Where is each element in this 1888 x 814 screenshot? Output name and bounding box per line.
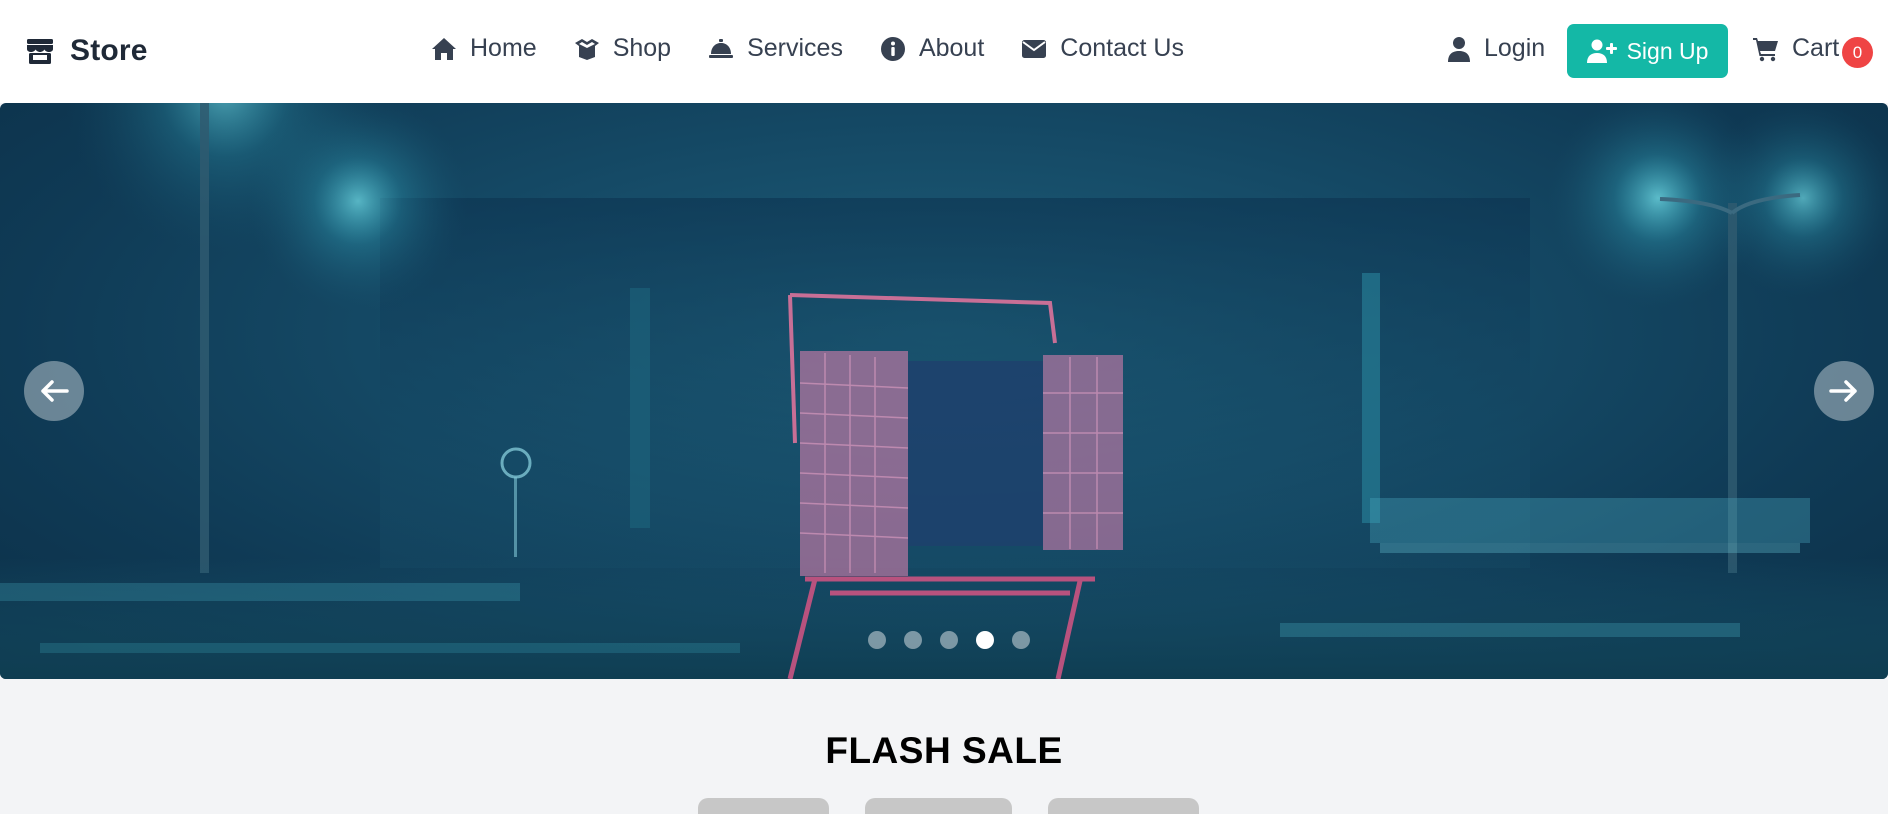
user-icon (1448, 36, 1470, 62)
cart-link[interactable]: Cart (1752, 34, 1839, 63)
box-open-icon (574, 38, 599, 60)
nav-item-home[interactable]: Home (430, 34, 537, 63)
sign-up-button[interactable]: Sign Up (1567, 24, 1728, 78)
hero-carousel (0, 103, 1888, 679)
carousel-dot-active[interactable] (976, 631, 994, 649)
nav-item-label: Home (470, 34, 537, 62)
carousel-dot[interactable] (940, 631, 958, 649)
sign-up-label: Sign Up (1626, 37, 1709, 64)
cart-count-badge: 0 (1842, 37, 1873, 68)
site-header: Store Home Shop Services About Contact U… (0, 0, 1888, 103)
info-circle-icon (880, 36, 905, 61)
nav-item-label: Contact Us (1060, 34, 1184, 62)
brand-logo[interactable]: Store (24, 34, 148, 68)
carousel-dot[interactable] (904, 631, 922, 649)
shopping-cart-icon (1753, 37, 1778, 61)
store-icon (27, 39, 53, 64)
cart-label: Cart (1792, 34, 1840, 62)
nav-item-services[interactable]: Services (707, 34, 843, 63)
login-link[interactable]: Login (1446, 34, 1545, 63)
flash-sale-tab[interactable] (698, 798, 829, 814)
arrow-right-icon (1829, 380, 1857, 402)
main-nav: Home Shop Services About Contact Us (430, 34, 1184, 63)
flash-sale-tab[interactable] (865, 798, 1012, 814)
flash-sale-title: FLASH SALE (825, 730, 1063, 771)
flash-sale-tab[interactable] (1048, 798, 1199, 814)
carousel-dot[interactable] (1012, 631, 1030, 649)
arrow-left-icon (41, 380, 69, 402)
login-label: Login (1484, 34, 1546, 62)
nav-item-label: About (918, 34, 985, 62)
home-icon (432, 37, 456, 60)
envelope-icon (1022, 39, 1047, 58)
user-plus-icon (1586, 39, 1617, 63)
nav-item-about[interactable]: About (879, 34, 984, 63)
carousel-indicators (868, 631, 1030, 649)
nav-item-label: Shop (612, 34, 672, 62)
carousel-dot[interactable] (868, 631, 886, 649)
concierge-bell-icon (709, 38, 734, 58)
nav-item-contact[interactable]: Contact Us (1020, 34, 1184, 63)
hero-slide-image (0, 103, 1888, 679)
nav-item-label: Services (747, 34, 843, 62)
carousel-prev-button[interactable] (24, 361, 84, 421)
carousel-next-button[interactable] (1814, 361, 1874, 421)
brand-name: Store (70, 34, 148, 67)
nav-item-shop[interactable]: Shop (573, 34, 671, 63)
